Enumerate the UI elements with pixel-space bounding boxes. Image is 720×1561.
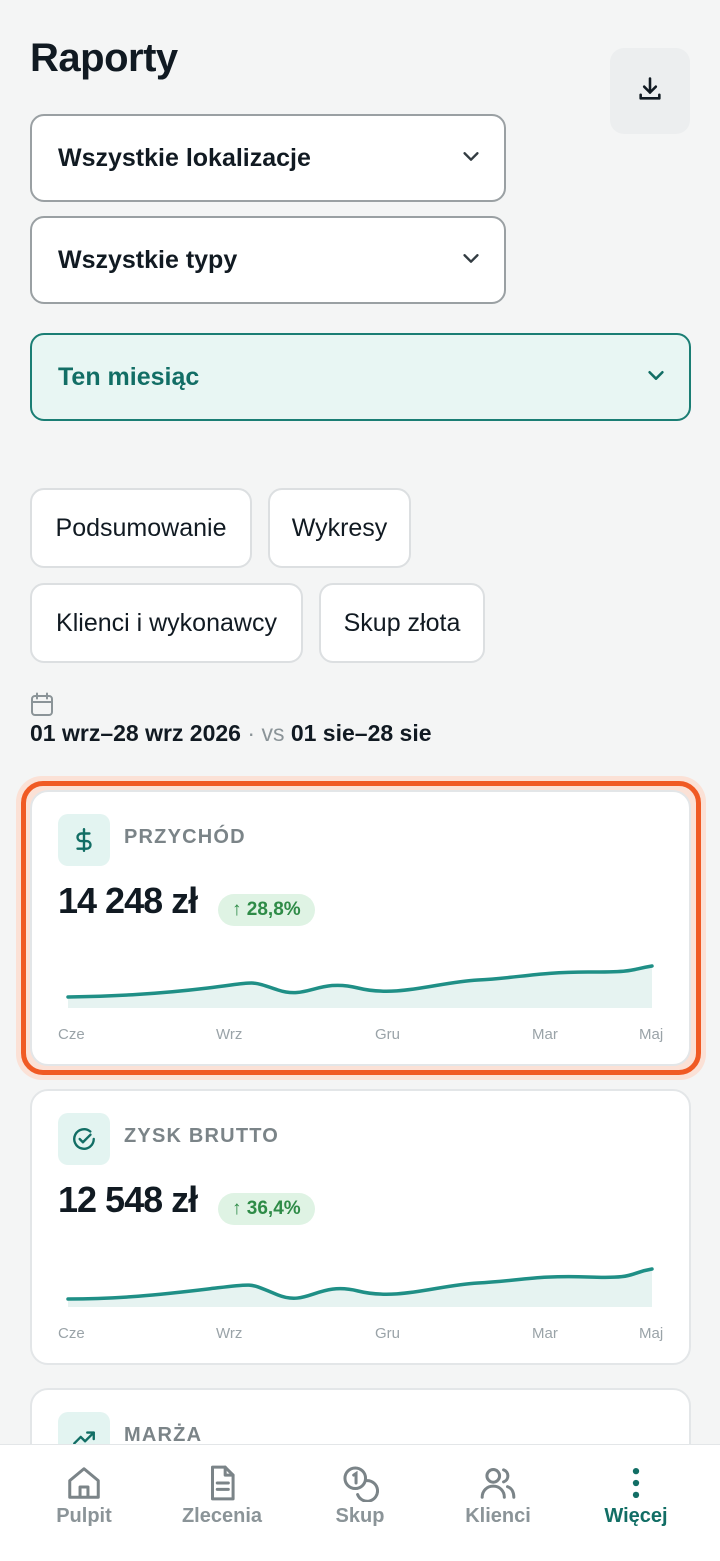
gross-profit-card[interactable]: ZYSK BRUTTO 12 548 zł ↑ 36,4% Cze Wrz Gr… <box>30 1089 691 1365</box>
location-select[interactable]: Wszystkie lokalizacje <box>30 114 506 202</box>
nav-label: Więcej <box>604 1505 668 1527</box>
month-label: Mar <box>532 1325 558 1342</box>
date-range-previous: 01 sie–28 sie <box>290 720 432 746</box>
document-icon <box>202 1463 242 1503</box>
month-label: Gru <box>375 1325 401 1342</box>
date-range-current: 01 wrz–28 wrz 2026 <box>30 720 241 746</box>
chevron-down-icon <box>460 145 482 172</box>
period-select[interactable]: Ten miesiąc <box>30 333 691 421</box>
gross-profit-sparkline <box>66 1267 654 1307</box>
month-label: Cze <box>58 1026 85 1043</box>
home-icon <box>64 1463 104 1503</box>
download-button[interactable] <box>610 48 690 134</box>
card-value: 12 548 zł <box>58 1179 198 1220</box>
nav-label: Pulpit <box>56 1505 112 1527</box>
nav-item-buyback[interactable]: Skup <box>288 1445 432 1561</box>
coins-icon <box>340 1463 380 1503</box>
change-badge: ↑ 28,8% <box>218 894 315 926</box>
chevron-down-icon <box>645 364 667 391</box>
month-label: Gru <box>375 1026 401 1043</box>
tab-gold-buyback[interactable]: Skup złota <box>319 583 485 663</box>
nav-item-orders[interactable]: Zlecenia <box>150 1445 294 1561</box>
month-label: Maj <box>639 1026 664 1043</box>
chevron-down-icon <box>460 247 482 274</box>
nav-item-clients[interactable]: Klienci <box>426 1445 570 1561</box>
nav-label: Zlecenia <box>181 1505 263 1527</box>
card-title: ZYSK BRUTTO <box>124 1125 280 1147</box>
card-value: 14 248 zł <box>58 880 198 921</box>
calendar-icon <box>30 692 54 718</box>
month-label: Wrz <box>216 1026 243 1043</box>
date-range-separator: · <box>247 720 256 746</box>
nav-item-dashboard[interactable]: Pulpit <box>12 1445 156 1561</box>
revenue-card[interactable]: PRZYCHÓD 14 248 zł ↑ 28,8% Cze Wrz Gru M… <box>30 790 691 1066</box>
month-label: Cze <box>58 1325 85 1342</box>
nav-item-more[interactable]: Więcej <box>564 1445 708 1561</box>
month-axis: Cze Wrz Gru Mar Maj <box>58 1325 668 1345</box>
download-icon <box>636 75 664 108</box>
tab-clients-contractors[interactable]: Klienci i wykonawcy <box>30 583 303 663</box>
tab-summary[interactable]: Podsumowanie <box>30 488 252 568</box>
month-label: Wrz <box>216 1325 243 1342</box>
month-label: Mar <box>532 1026 558 1043</box>
check-circle-icon <box>58 1113 110 1165</box>
page-title: Raporty <box>30 36 178 80</box>
nav-label: Klienci <box>465 1505 531 1527</box>
dollar-icon <box>58 814 110 866</box>
type-select-value: Wszystkie typy <box>58 245 238 274</box>
month-axis: Cze Wrz Gru Mar Maj <box>58 1026 668 1046</box>
period-select-value: Ten miesiąc <box>58 362 200 391</box>
bottom-navigation: Pulpit Zlecenia Skup Klienci Więcej <box>0 1444 720 1561</box>
card-title: PRZYCHÓD <box>124 826 246 848</box>
month-label: Maj <box>639 1325 664 1342</box>
nav-label: Skup <box>335 1505 385 1527</box>
users-icon <box>478 1463 518 1503</box>
type-select[interactable]: Wszystkie typy <box>30 216 506 304</box>
change-badge: ↑ 36,4% <box>218 1193 315 1225</box>
tab-charts[interactable]: Wykresy <box>268 488 411 568</box>
date-range-vs: vs <box>261 720 285 746</box>
date-range: 01 wrz–28 wrz 2026 · vs 01 sie–28 sie <box>30 720 432 747</box>
revenue-sparkline <box>66 964 654 1008</box>
more-vertical-icon <box>616 1463 656 1503</box>
location-select-value: Wszystkie lokalizacje <box>58 143 311 172</box>
